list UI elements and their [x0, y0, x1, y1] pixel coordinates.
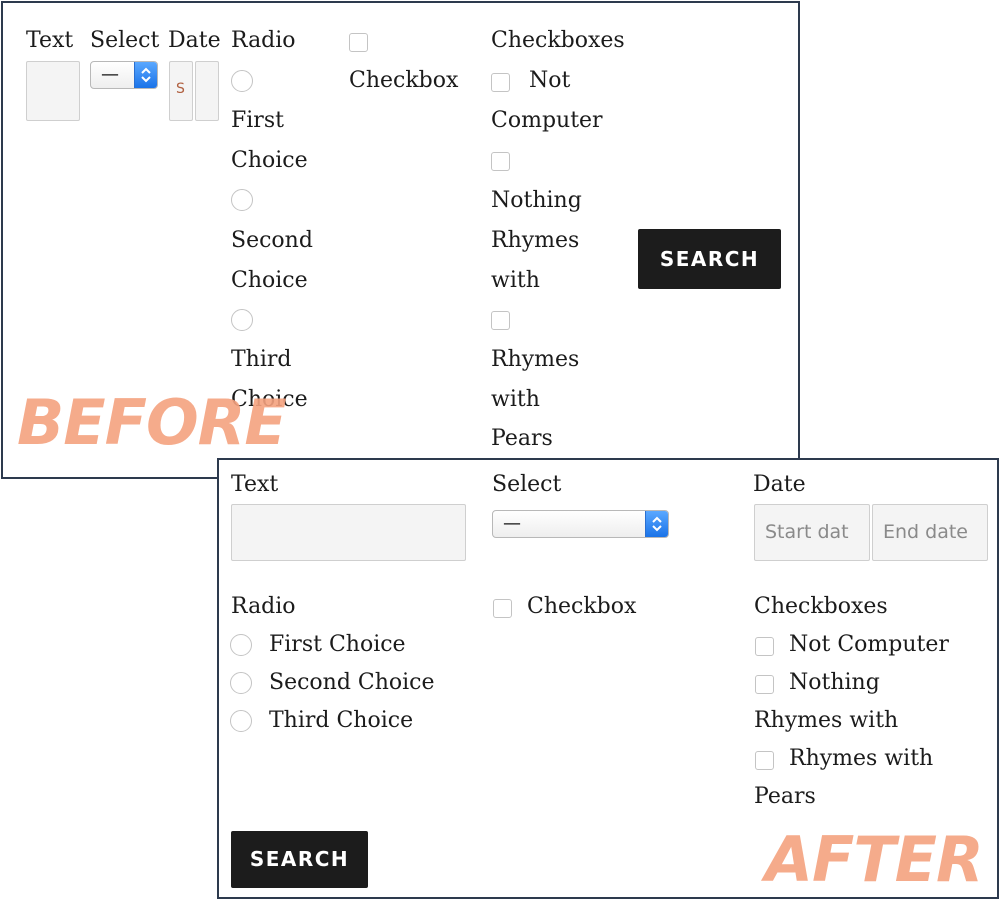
checkbox-option-text: Rhymes with — [754, 708, 899, 733]
select-label: Select — [492, 472, 562, 497]
start-date-placeholder: Start dat — [765, 521, 849, 543]
end-date-placeholder: End date — [883, 521, 968, 543]
text-label: Text — [231, 472, 279, 497]
checkbox-option-text: Not Computer — [789, 632, 949, 657]
radio-option-text: Third Choice — [269, 708, 414, 733]
radio-option-text: First — [231, 108, 284, 133]
checkbox-option-text: with — [491, 268, 540, 293]
radio-option-text: Second — [231, 228, 313, 253]
checkbox-rhymes-pears[interactable] — [755, 751, 774, 770]
radio-option-text: First Choice — [269, 632, 406, 657]
date-label: Date — [753, 472, 806, 497]
after-form-panel: Text Select Date — Start dat End date Ra… — [217, 458, 999, 899]
checkbox-rhymes-pears[interactable] — [491, 311, 510, 330]
checkbox-single[interactable] — [349, 33, 368, 52]
search-button[interactable]: SEARCH — [638, 229, 781, 289]
radio-option-text: Third — [231, 347, 292, 372]
select-value: — — [101, 64, 119, 85]
checkbox-not-computer[interactable] — [755, 637, 774, 656]
text-label: Text — [26, 28, 74, 53]
radio-second-choice[interactable] — [230, 672, 252, 694]
radio-label: Radio — [231, 594, 296, 619]
checkbox-nothing-rhymes[interactable] — [491, 152, 510, 171]
checkbox-option-text: Pears — [754, 784, 816, 809]
start-date-input[interactable]: Start dat — [754, 504, 870, 561]
end-date-input[interactable] — [195, 61, 219, 121]
before-watermark: BEFORE — [17, 386, 287, 459]
end-date-input[interactable]: End date — [872, 504, 988, 561]
radio-second-choice[interactable] — [231, 189, 253, 211]
checkbox-label: Checkbox — [527, 594, 637, 619]
radio-option-text: Second Choice — [269, 670, 435, 695]
radio-label: Radio — [231, 28, 296, 53]
radio-first-choice[interactable] — [230, 634, 252, 656]
start-date-placeholder: S — [176, 81, 185, 97]
checkbox-option-text: Rhymes with — [789, 746, 934, 771]
chevron-updown-icon — [645, 511, 668, 537]
start-date-input[interactable]: S — [169, 61, 193, 121]
checkbox-nothing-rhymes[interactable] — [755, 675, 774, 694]
radio-third-choice[interactable] — [231, 309, 253, 331]
select-label: Select — [90, 28, 160, 53]
checkbox-option-text: Nothing — [789, 670, 880, 695]
radio-option-text: Choice — [231, 148, 308, 173]
radio-option-text: Choice — [231, 268, 308, 293]
chevron-updown-icon — [134, 62, 157, 88]
after-watermark: AFTER — [765, 823, 984, 896]
checkbox-option-text: Computer — [491, 108, 603, 133]
text-input[interactable] — [26, 61, 80, 121]
select-dropdown[interactable]: — — [492, 510, 669, 538]
checkboxes-label: Checkboxes — [491, 28, 625, 53]
checkbox-option-text: Rhymes — [491, 228, 580, 253]
checkbox-option-text: Pears — [491, 426, 553, 451]
checkbox-label: Checkbox — [349, 68, 459, 93]
search-button[interactable]: SEARCH — [231, 831, 368, 888]
checkbox-not-computer[interactable] — [491, 73, 510, 92]
select-value: — — [503, 513, 521, 534]
checkbox-option-text: with — [491, 387, 540, 412]
select-dropdown[interactable]: — — [90, 61, 158, 89]
checkboxes-label: Checkboxes — [754, 594, 888, 619]
radio-third-choice[interactable] — [230, 710, 252, 732]
before-form-panel: Text Select Date Radio — S First Choice … — [1, 1, 800, 479]
checkbox-single[interactable] — [493, 599, 512, 618]
radio-first-choice[interactable] — [231, 70, 253, 92]
date-label: Date — [168, 28, 221, 53]
checkbox-option-text: Nothing — [491, 188, 582, 213]
checkbox-option-text: Not — [529, 68, 571, 93]
text-input[interactable] — [231, 504, 466, 561]
checkbox-option-text: Rhymes — [491, 347, 580, 372]
